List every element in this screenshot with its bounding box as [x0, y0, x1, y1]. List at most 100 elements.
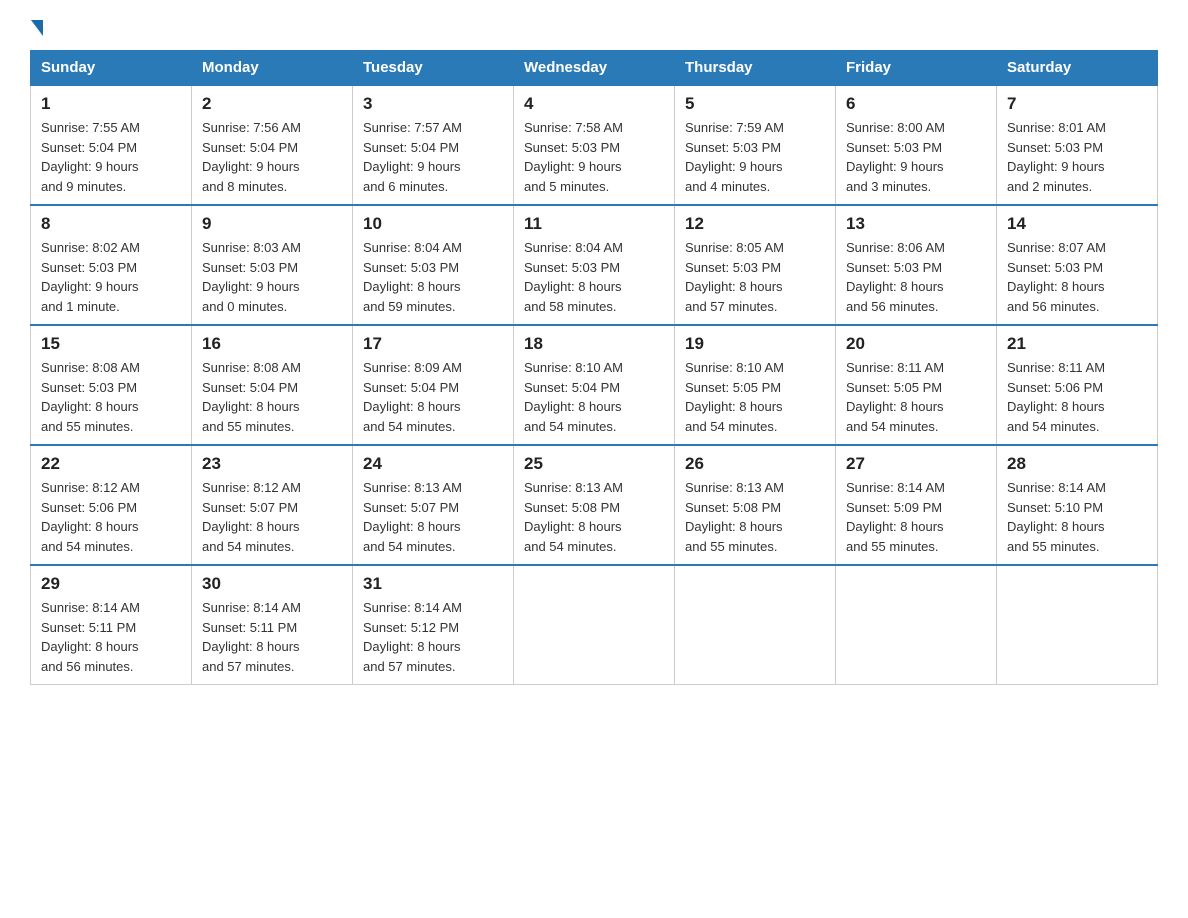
calendar-day-cell: 5 Sunrise: 7:59 AMSunset: 5:03 PMDaylight…: [675, 85, 836, 205]
day-number: 6: [846, 94, 986, 114]
calendar-day-cell: 29 Sunrise: 8:14 AMSunset: 5:11 PMDayligh…: [31, 565, 192, 685]
day-info: Sunrise: 8:07 AMSunset: 5:03 PMDaylight:…: [1007, 238, 1147, 316]
logo: [30, 20, 43, 30]
day-number: 22: [41, 454, 181, 474]
calendar-day-cell: 16Sunrise: 8:08 AMSunset: 5:04 PMDayligh…: [192, 325, 353, 445]
day-number: 28: [1007, 454, 1147, 474]
day-info: Sunrise: 8:00 AMSunset: 5:03 PMDaylight:…: [846, 118, 986, 196]
day-info: Sunrise: 8:10 AMSunset: 5:05 PMDaylight:…: [685, 358, 825, 436]
day-number: 19: [685, 334, 825, 354]
calendar-day-cell: 11Sunrise: 8:04 AMSunset: 5:03 PMDayligh…: [514, 205, 675, 325]
calendar-day-cell: 6 Sunrise: 8:00 AMSunset: 5:03 PMDaylight…: [836, 85, 997, 205]
day-number: 7: [1007, 94, 1147, 114]
calendar-day-cell: 31 Sunrise: 8:14 AMSunset: 5:12 PMDayligh…: [353, 565, 514, 685]
day-number: 1: [41, 94, 181, 114]
day-info: Sunrise: 8:02 AMSunset: 5:03 PMDaylight:…: [41, 238, 181, 316]
calendar-day-cell: 20 Sunrise: 8:11 AMSunset: 5:05 PMDayligh…: [836, 325, 997, 445]
calendar-day-cell: 24 Sunrise: 8:13 AMSunset: 5:07 PMDayligh…: [353, 445, 514, 565]
calendar-day-cell: 18 Sunrise: 8:10 AMSunset: 5:04 PMDayligh…: [514, 325, 675, 445]
header-monday: Monday: [192, 51, 353, 86]
day-number: 8: [41, 214, 181, 234]
calendar-day-cell: 8 Sunrise: 8:02 AMSunset: 5:03 PMDaylight…: [31, 205, 192, 325]
day-number: 9: [202, 214, 342, 234]
day-number: 10: [363, 214, 503, 234]
day-number: 5: [685, 94, 825, 114]
day-info: Sunrise: 8:11 AMSunset: 5:05 PMDaylight:…: [846, 358, 986, 436]
day-number: 27: [846, 454, 986, 474]
day-info: Sunrise: 7:58 AMSunset: 5:03 PMDaylight:…: [524, 118, 664, 196]
day-number: 15: [41, 334, 181, 354]
day-info: Sunrise: 8:11 AMSunset: 5:06 PMDaylight:…: [1007, 358, 1147, 436]
calendar-day-cell: 10 Sunrise: 8:04 AMSunset: 5:03 PMDayligh…: [353, 205, 514, 325]
calendar-day-cell: 23Sunrise: 8:12 AMSunset: 5:07 PMDayligh…: [192, 445, 353, 565]
day-number: 24: [363, 454, 503, 474]
day-number: 18: [524, 334, 664, 354]
calendar-day-cell: 9 Sunrise: 8:03 AMSunset: 5:03 PMDaylight…: [192, 205, 353, 325]
day-info: Sunrise: 8:06 AMSunset: 5:03 PMDaylight:…: [846, 238, 986, 316]
calendar-day-cell: 1Sunrise: 7:55 AMSunset: 5:04 PMDaylight…: [31, 85, 192, 205]
day-info: Sunrise: 8:03 AMSunset: 5:03 PMDaylight:…: [202, 238, 342, 316]
calendar-day-cell: 12 Sunrise: 8:05 AMSunset: 5:03 PMDayligh…: [675, 205, 836, 325]
day-info: Sunrise: 8:13 AMSunset: 5:08 PMDaylight:…: [685, 478, 825, 556]
day-info: Sunrise: 8:01 AMSunset: 5:03 PMDaylight:…: [1007, 118, 1147, 196]
day-number: 25: [524, 454, 664, 474]
day-info: Sunrise: 7:59 AMSunset: 5:03 PMDaylight:…: [685, 118, 825, 196]
calendar-week-row: 22 Sunrise: 8:12 AMSunset: 5:06 PMDayligh…: [31, 445, 1158, 565]
calendar-day-cell: 2Sunrise: 7:56 AMSunset: 5:04 PMDaylight…: [192, 85, 353, 205]
day-info: Sunrise: 8:04 AMSunset: 5:03 PMDaylight:…: [363, 238, 503, 316]
calendar-week-row: 8 Sunrise: 8:02 AMSunset: 5:03 PMDaylight…: [31, 205, 1158, 325]
day-info: Sunrise: 7:56 AMSunset: 5:04 PMDaylight:…: [202, 118, 342, 196]
calendar-header-row: Sunday Monday Tuesday Wednesday Thursday…: [31, 51, 1158, 86]
day-number: 20: [846, 334, 986, 354]
calendar-day-cell: 13 Sunrise: 8:06 AMSunset: 5:03 PMDayligh…: [836, 205, 997, 325]
calendar-day-cell: [675, 565, 836, 685]
calendar-day-cell: 28 Sunrise: 8:14 AMSunset: 5:10 PMDayligh…: [997, 445, 1158, 565]
calendar-table: Sunday Monday Tuesday Wednesday Thursday…: [30, 50, 1158, 685]
calendar-day-cell: 30Sunrise: 8:14 AMSunset: 5:11 PMDayligh…: [192, 565, 353, 685]
calendar-day-cell: 27 Sunrise: 8:14 AMSunset: 5:09 PMDayligh…: [836, 445, 997, 565]
day-number: 13: [846, 214, 986, 234]
header-saturday: Saturday: [997, 51, 1158, 86]
header-thursday: Thursday: [675, 51, 836, 86]
day-number: 26: [685, 454, 825, 474]
day-info: Sunrise: 8:14 AMSunset: 5:10 PMDaylight:…: [1007, 478, 1147, 556]
header-tuesday: Tuesday: [353, 51, 514, 86]
day-number: 23: [202, 454, 342, 474]
calendar-day-cell: 19 Sunrise: 8:10 AMSunset: 5:05 PMDayligh…: [675, 325, 836, 445]
header-sunday: Sunday: [31, 51, 192, 86]
day-number: 17: [363, 334, 503, 354]
calendar-day-cell: [997, 565, 1158, 685]
calendar-week-row: 1Sunrise: 7:55 AMSunset: 5:04 PMDaylight…: [31, 85, 1158, 205]
day-number: 30: [202, 574, 342, 594]
calendar-day-cell: 7 Sunrise: 8:01 AMSunset: 5:03 PMDaylight…: [997, 85, 1158, 205]
day-info: Sunrise: 8:14 AMSunset: 5:12 PMDaylight:…: [363, 598, 503, 676]
day-number: 31: [363, 574, 503, 594]
calendar-day-cell: 21 Sunrise: 8:11 AMSunset: 5:06 PMDayligh…: [997, 325, 1158, 445]
day-info: Sunrise: 8:05 AMSunset: 5:03 PMDaylight:…: [685, 238, 825, 316]
day-info: Sunrise: 8:08 AMSunset: 5:03 PMDaylight:…: [41, 358, 181, 436]
calendar-day-cell: 25 Sunrise: 8:13 AMSunset: 5:08 PMDayligh…: [514, 445, 675, 565]
header-wednesday: Wednesday: [514, 51, 675, 86]
calendar-day-cell: 14Sunrise: 8:07 AMSunset: 5:03 PMDayligh…: [997, 205, 1158, 325]
calendar-day-cell: 3 Sunrise: 7:57 AMSunset: 5:04 PMDaylight…: [353, 85, 514, 205]
day-number: 21: [1007, 334, 1147, 354]
day-info: Sunrise: 8:10 AMSunset: 5:04 PMDaylight:…: [524, 358, 664, 436]
day-number: 11: [524, 214, 664, 234]
day-info: Sunrise: 7:57 AMSunset: 5:04 PMDaylight:…: [363, 118, 503, 196]
day-info: Sunrise: 8:14 AMSunset: 5:09 PMDaylight:…: [846, 478, 986, 556]
day-number: 29: [41, 574, 181, 594]
day-info: Sunrise: 8:14 AMSunset: 5:11 PMDaylight:…: [41, 598, 181, 676]
page-header: [30, 20, 1158, 30]
day-info: Sunrise: 8:13 AMSunset: 5:08 PMDaylight:…: [524, 478, 664, 556]
calendar-day-cell: 15 Sunrise: 8:08 AMSunset: 5:03 PMDayligh…: [31, 325, 192, 445]
day-number: 4: [524, 94, 664, 114]
day-info: Sunrise: 8:12 AMSunset: 5:06 PMDaylight:…: [41, 478, 181, 556]
day-info: Sunrise: 8:08 AMSunset: 5:04 PMDaylight:…: [202, 358, 342, 436]
day-info: Sunrise: 8:09 AMSunset: 5:04 PMDaylight:…: [363, 358, 503, 436]
calendar-day-cell: 4 Sunrise: 7:58 AMSunset: 5:03 PMDaylight…: [514, 85, 675, 205]
calendar-week-row: 15 Sunrise: 8:08 AMSunset: 5:03 PMDayligh…: [31, 325, 1158, 445]
calendar-day-cell: 26 Sunrise: 8:13 AMSunset: 5:08 PMDayligh…: [675, 445, 836, 565]
day-number: 3: [363, 94, 503, 114]
day-number: 12: [685, 214, 825, 234]
day-info: Sunrise: 8:13 AMSunset: 5:07 PMDaylight:…: [363, 478, 503, 556]
